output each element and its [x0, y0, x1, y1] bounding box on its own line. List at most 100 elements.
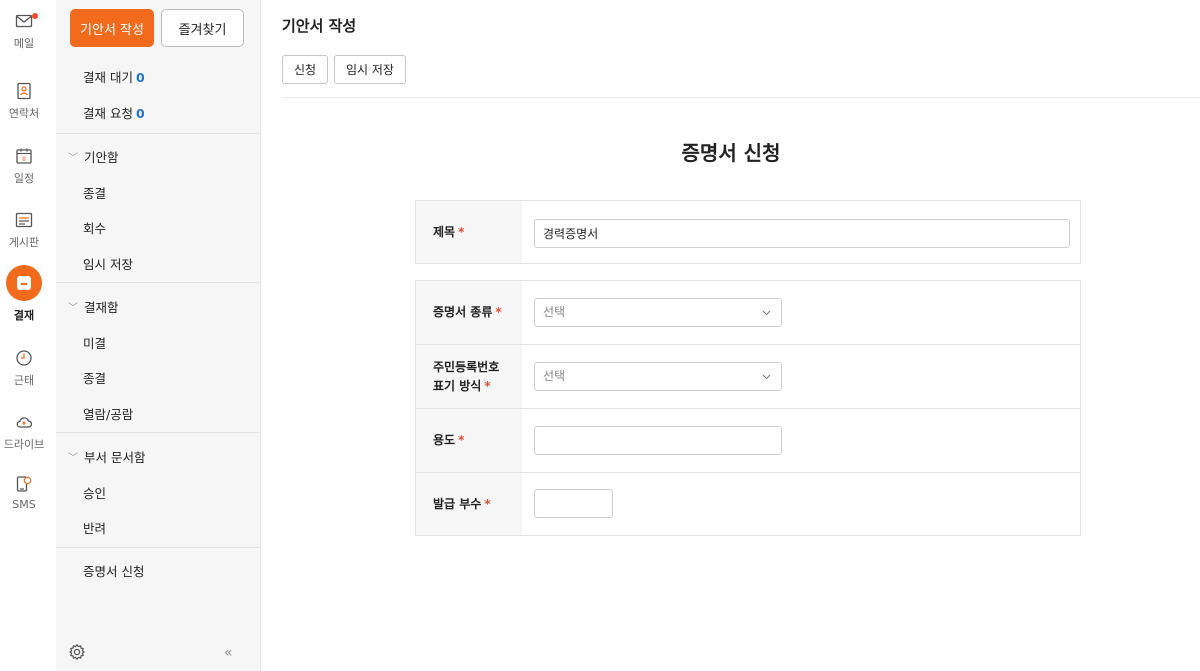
rail-label: 결재 — [13, 309, 35, 322]
rail-label: 근태 — [13, 374, 35, 387]
calendar-icon: 8 — [16, 148, 32, 164]
sidebar-group-title: 기안함 — [84, 150, 119, 165]
sidebar-group-department[interactable]: ﹀ 부서 문서함 — [68, 447, 145, 466]
required-mark: * — [484, 496, 491, 511]
sidebar-item-label: 열람/공람 — [83, 407, 134, 422]
page-title: 기안서 작성 — [282, 17, 357, 35]
rail-item-drive[interactable]: 드라이브 — [0, 413, 48, 452]
rrn-format-select[interactable]: 선택 — [534, 362, 782, 391]
rail-item-board[interactable]: 게시판 — [0, 211, 48, 250]
sidebar-item-approvals-closed[interactable]: 종결 — [83, 368, 106, 387]
pending-count: 0 — [135, 70, 145, 85]
purpose-label: 용도 * — [416, 409, 522, 472]
divider — [56, 547, 261, 548]
approval-icon — [6, 265, 42, 301]
save-draft-button[interactable]: 임시 저장 — [334, 55, 406, 84]
select-placeholder: 선택 — [543, 369, 566, 383]
rail-item-sms[interactable]: SMS — [0, 475, 48, 511]
unread-dot — [32, 13, 38, 19]
rail-label: 연락처 — [8, 107, 40, 120]
sidebar-group-title: 결재함 — [84, 300, 119, 315]
app-rail: 메일 연락처 8 일정 게시판 결재 근태 드라이브 SMS — [0, 0, 56, 671]
form-row: 발급 부수 * — [416, 472, 1080, 535]
submit-button[interactable]: 신청 — [282, 55, 328, 84]
sidebar-group-title: 부서 문서함 — [84, 450, 146, 465]
subject-label: 제목 * — [416, 201, 522, 263]
copies-input[interactable] — [534, 489, 613, 518]
sidebar-item-label: 종결 — [83, 371, 107, 386]
chevron-down-icon: ﹀ — [68, 153, 78, 164]
cert-type-select[interactable]: 선택 — [534, 298, 782, 327]
rail-label: 메일 — [13, 37, 35, 50]
collapse-sidebar-icon[interactable]: « — [224, 645, 233, 661]
subject-section: 제목 * — [415, 200, 1081, 264]
select-placeholder: 선택 — [543, 305, 566, 319]
cloud-icon — [16, 417, 33, 428]
cert-type-label: 증명서 종류 * — [416, 281, 522, 344]
sidebar-item-label: 결재 요청 — [83, 106, 133, 121]
request-count: 0 — [135, 106, 145, 121]
toolbar-divider — [282, 97, 1200, 98]
sidebar-item-approvals-viewed[interactable]: 열람/공람 — [83, 404, 133, 423]
sidebar-group-approvals[interactable]: ﹀ 결재함 — [68, 297, 119, 316]
mail-icon — [15, 14, 33, 28]
chevron-down-icon: ﹀ — [68, 453, 78, 464]
sidebar-item-label: 임시 저장 — [83, 257, 133, 272]
rail-item-attendance[interactable]: 근태 — [0, 349, 48, 388]
sidebar-item-department-approved[interactable]: 승인 — [83, 483, 106, 502]
rail-label: 드라이브 — [3, 438, 45, 451]
sidebar-item-label: 회수 — [83, 221, 107, 236]
contacts-icon — [17, 82, 31, 100]
sidebar-item-request[interactable]: 결재 요청 0 — [83, 103, 145, 122]
favorites-button[interactable]: 즐겨찾기 — [161, 9, 244, 47]
form-row: 제목 * — [416, 201, 1080, 263]
rail-item-approval[interactable]: 결재 — [0, 265, 48, 323]
copies-label: 발급 부수 * — [416, 473, 522, 535]
sidebar-item-approvals-pending[interactable]: 미결 — [83, 333, 106, 352]
sidebar-item-label: 증명서 신청 — [83, 564, 145, 579]
required-mark: * — [495, 305, 502, 319]
rrn-format-label: 주민등록번호 표기 방식 * — [416, 345, 522, 408]
form-row: 용도 * — [416, 408, 1080, 472]
sidebar-item-pending[interactable]: 결재 대기 0 — [83, 67, 145, 86]
clock-icon — [16, 350, 32, 366]
gear-icon[interactable] — [68, 643, 86, 661]
divider — [56, 432, 261, 433]
required-mark: * — [458, 224, 465, 239]
divider — [56, 282, 261, 283]
subject-input[interactable] — [534, 219, 1070, 248]
board-icon — [15, 212, 33, 228]
sidebar-item-label: 미결 — [83, 336, 107, 351]
svg-text:8: 8 — [22, 156, 26, 163]
document-title: 증명서 신청 — [681, 141, 781, 165]
rail-label: SMS — [12, 498, 36, 511]
sidebar-item-certificate[interactable]: 증명서 신청 — [83, 561, 144, 580]
chevron-down-icon — [762, 310, 771, 316]
draft-button[interactable]: 기안서 작성 — [70, 9, 154, 47]
rail-item-contacts[interactable]: 연락처 — [0, 82, 48, 121]
sidebar-group-drafts[interactable]: ﹀ 기안함 — [68, 147, 119, 166]
sidebar-item-drafts-closed[interactable]: 종결 — [83, 183, 106, 202]
sidebar-item-drafts-recalled[interactable]: 회수 — [83, 218, 106, 237]
rail-label: 일정 — [13, 172, 35, 185]
sidebar-item-label: 반려 — [83, 521, 107, 536]
sidebar-item-label: 승인 — [83, 486, 107, 501]
main-content: 기안서 작성 신청 임시 저장 증명서 신청 제목* 증명서 종류* 선택 주민… — [262, 0, 1200, 671]
approval-sidebar: 기안서 작성 즐겨찾기 결재 대기 0 결재 요청 0 ﹀ 기안함 종결 회수 임시 … — [56, 0, 261, 671]
form-row: 증명서 종류 * 선택 — [416, 281, 1080, 344]
required-mark: * — [484, 378, 491, 393]
sidebar-item-label: 종결 — [83, 186, 107, 201]
details-section: 증명서 종류 * 선택 주민등록번호 표기 방식 * 선택 용도 * 발급 부수 * — [415, 280, 1081, 536]
form-row: 주민등록번호 표기 방식 * 선택 — [416, 344, 1080, 408]
divider — [56, 133, 261, 134]
required-mark: * — [458, 433, 465, 447]
chevron-down-icon: ﹀ — [68, 303, 78, 314]
rail-label: 게시판 — [8, 236, 40, 249]
sidebar-item-drafts-temp[interactable]: 임시 저장 — [83, 254, 133, 273]
chevron-down-icon — [762, 374, 771, 380]
sidebar-item-department-rejected[interactable]: 반려 — [83, 518, 106, 537]
purpose-input[interactable] — [534, 426, 782, 455]
sms-icon — [16, 476, 32, 492]
rail-item-mail[interactable]: 메일 — [0, 12, 48, 51]
rail-item-calendar[interactable]: 8 일정 — [0, 147, 48, 186]
